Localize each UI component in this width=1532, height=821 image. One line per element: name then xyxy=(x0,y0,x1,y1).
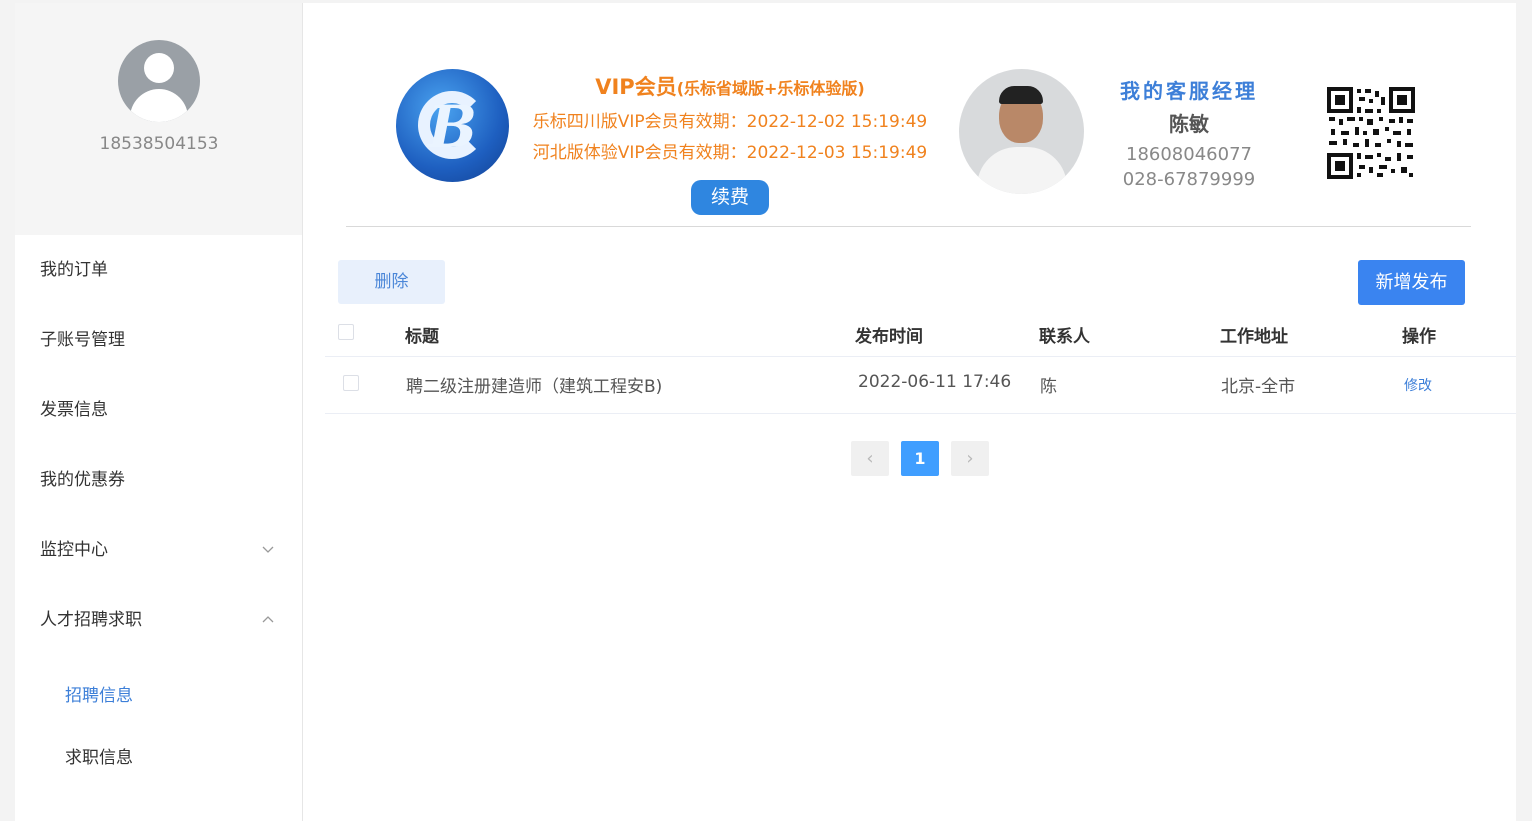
sidebar-subitem-label: 求职信息 xyxy=(65,748,133,768)
row-contact: 陈 xyxy=(1040,377,1057,397)
sidebar-subitem-job-seeking[interactable]: 求职信息 xyxy=(15,727,302,789)
submenu-recruitment: 招聘信息 求职信息 xyxy=(15,655,302,789)
vip-expiry-hebei: 河北版体验VIP会员有效期：2022-12-03 15:19:49 xyxy=(532,143,928,163)
select-all-checkbox[interactable] xyxy=(338,324,354,340)
user-phone: 18538504153 xyxy=(99,134,219,154)
delete-button[interactable]: 删除 xyxy=(338,260,445,304)
header-time: 发布时间 xyxy=(855,327,923,347)
next-page-button[interactable]: › xyxy=(951,441,989,476)
vip-expiry-sichuan: 乐标四川版VIP会员有效期：2022-12-02 15:19:49 xyxy=(532,112,928,132)
manager-landline: 028-67879999 xyxy=(1122,169,1256,190)
sidebar-item-coupons[interactable]: 我的优惠券 xyxy=(15,445,302,515)
sidebar-item-monitor[interactable]: 监控中心 xyxy=(15,515,302,585)
sidebar-item-label: 人才招聘求职 xyxy=(40,610,142,630)
sidebar-subitem-label: 招聘信息 xyxy=(65,686,133,706)
sidebar: 18538504153 我的订单 子账号管理 发票信息 我的优惠券 监控中心 人… xyxy=(15,3,303,821)
vip-logo: B xyxy=(396,69,509,182)
sidebar-item-label: 我的优惠券 xyxy=(40,470,125,490)
sidebar-item-subaccounts[interactable]: 子账号管理 xyxy=(15,305,302,375)
avatar-head-icon xyxy=(144,53,174,83)
manager-title: 我的客服经理 xyxy=(1120,79,1258,103)
vip-title: VIP会员(乐标省域版+乐标体验版) xyxy=(513,71,947,101)
sidebar-item-label: 子账号管理 xyxy=(40,330,125,350)
row-title: 聘二级注册建造师（建筑工程安B) xyxy=(406,377,663,397)
edit-link[interactable]: 修改 xyxy=(1404,375,1432,395)
chevron-up-icon xyxy=(262,585,274,687)
manager-name: 陈敏 xyxy=(1169,112,1209,136)
sidebar-item-orders[interactable]: 我的订单 xyxy=(15,235,302,305)
avatar[interactable] xyxy=(118,40,200,122)
header-contact: 联系人 xyxy=(1039,327,1090,347)
header-action: 操作 xyxy=(1402,327,1436,347)
sidebar-subitem-job-postings[interactable]: 招聘信息 xyxy=(15,665,302,727)
avatar-body-icon xyxy=(130,89,188,122)
manager-shirt xyxy=(977,147,1067,194)
table-row: 聘二级注册建造师（建筑工程安B) 2022-06-11 17:46 陈 北京-全… xyxy=(325,357,1516,414)
page-1-button[interactable]: 1 xyxy=(901,441,939,476)
prev-page-button[interactable]: ‹ xyxy=(851,441,889,476)
table-header: 标题 发布时间 联系人 工作地址 操作 xyxy=(325,310,1516,357)
manager-photo xyxy=(959,69,1084,194)
add-post-button[interactable]: 新增发布 xyxy=(1358,260,1465,305)
row-checkbox[interactable] xyxy=(343,375,359,391)
qr-code-icon xyxy=(1327,87,1415,179)
renew-button[interactable]: 续费 xyxy=(691,180,769,215)
header-address: 工作地址 xyxy=(1220,327,1288,347)
sidebar-item-recruitment[interactable]: 人才招聘求职 xyxy=(15,585,302,655)
sidebar-item-label: 我的订单 xyxy=(40,260,108,280)
vip-title-text: VIP会员 xyxy=(595,75,677,99)
row-address: 北京-全市 xyxy=(1221,377,1296,397)
main-panel: B VIP会员(乐标省域版+乐标体验版) 乐标四川版VIP会员有效期：2022-… xyxy=(303,3,1516,821)
job-table: 标题 发布时间 联系人 工作地址 操作 聘二级注册建造师（建筑工程安B) 202… xyxy=(325,310,1516,414)
sidebar-item-label: 发票信息 xyxy=(40,400,108,420)
profile-card: 18538504153 xyxy=(15,3,302,235)
sidebar-item-label: 监控中心 xyxy=(40,540,108,560)
manager-mobile: 18608046077 xyxy=(1126,144,1252,165)
vip-subtitle: (乐标省域版+乐标体验版) xyxy=(676,79,865,98)
logo-letter: B xyxy=(427,93,478,161)
header-divider xyxy=(346,226,1471,227)
manager-hair xyxy=(999,86,1043,104)
row-time: 2022-06-11 17:46 xyxy=(858,372,1012,392)
page: 18538504153 我的订单 子账号管理 发票信息 我的优惠券 监控中心 人… xyxy=(0,0,1532,821)
header-title: 标题 xyxy=(405,327,439,347)
sidebar-item-invoice[interactable]: 发票信息 xyxy=(15,375,302,445)
